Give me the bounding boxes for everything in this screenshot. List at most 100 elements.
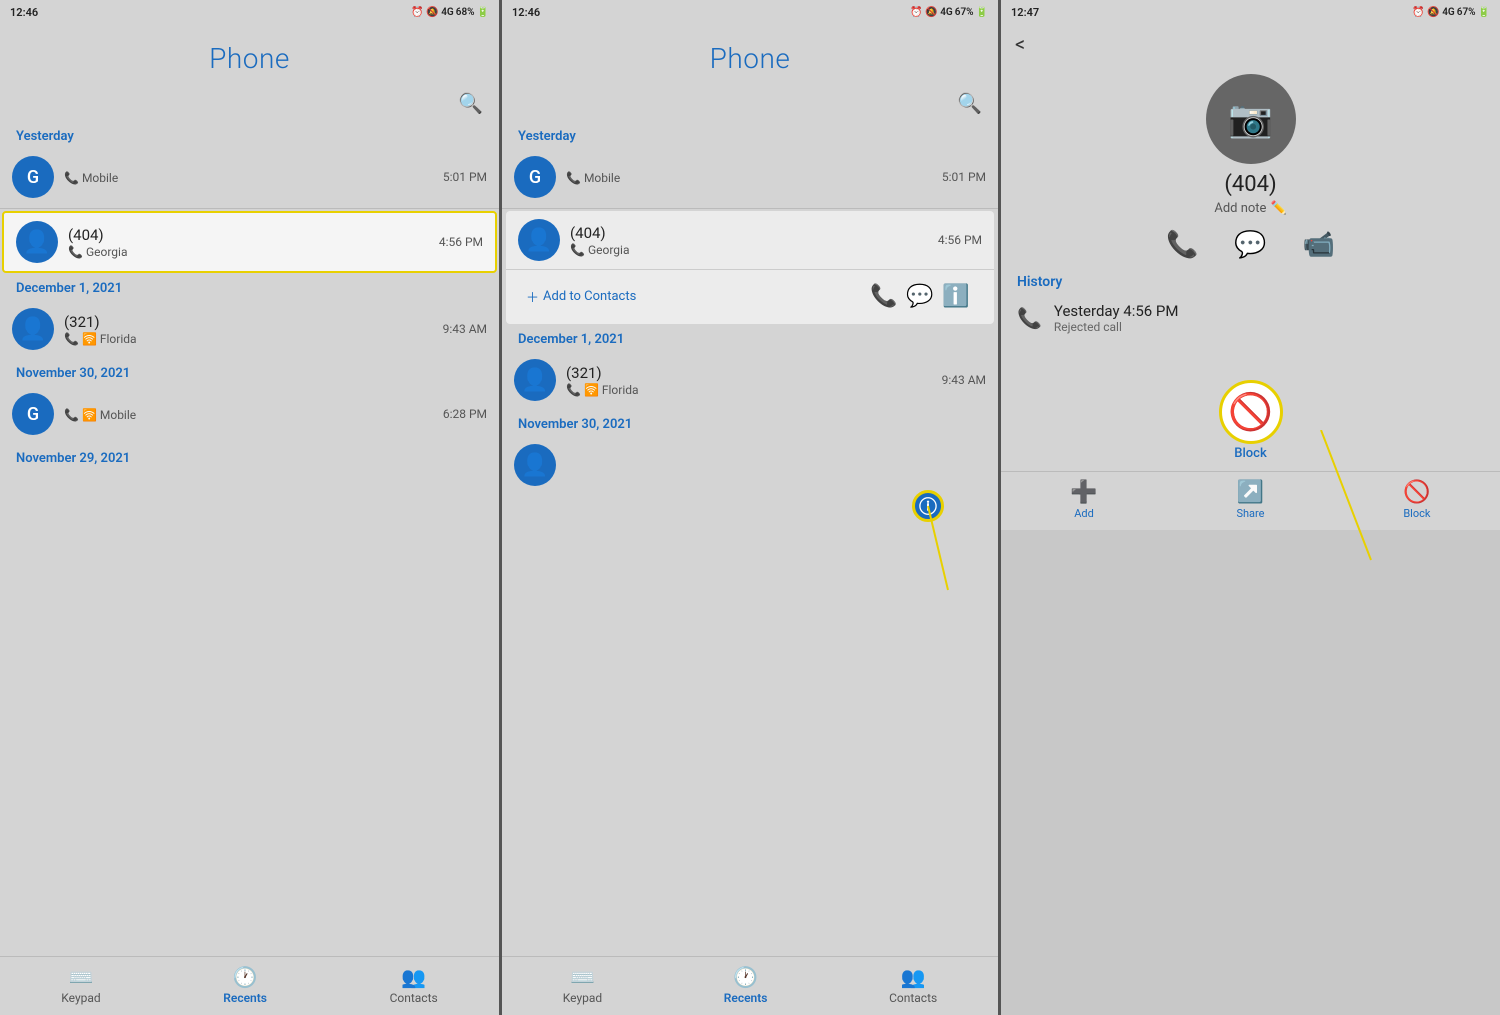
add-contact-btn-2[interactable]: ＋ Add to Contacts (526, 287, 866, 306)
call-time-g-nov30-1: 6:28 PM (443, 407, 487, 421)
call-sub-g-2: 📞 Mobile (566, 171, 942, 185)
call-item-g-mobile-1[interactable]: G 📞 Mobile 5:01 PM (0, 148, 499, 206)
section-nov30-2: November 30, 2021 (502, 409, 998, 436)
status-icons-1: ⏰ 🔕 4G 68%🔋 (411, 7, 489, 18)
call-time-g-2: 5:01 PM (942, 170, 986, 184)
message-action-btn-2[interactable]: 💬 (902, 278, 938, 314)
info-action-btn-2[interactable]: ℹ️ (938, 278, 974, 314)
contact-actions-3: 📞 💬 📹 (1001, 230, 1500, 260)
add-note-3[interactable]: Add note ✏️ (1001, 201, 1500, 216)
expanded-actions-2: ＋ Add to Contacts 📞 💬 ℹ️ (506, 269, 994, 324)
block-circle-icon: 🚫 (1228, 394, 1273, 430)
edit-icon-3: ✏️ (1270, 201, 1286, 216)
section-dec-1: December 1, 2021 (0, 273, 499, 300)
call-name-404-2: (404) (570, 224, 938, 242)
nav-recents-1[interactable]: 🕐 Recents (223, 965, 267, 1005)
nav-add-3[interactable]: ➕ Add (1070, 480, 1097, 520)
back-button-3[interactable]: < (1001, 24, 1500, 64)
call-info-g-2: 📞 Mobile (566, 170, 942, 185)
call-item-404-1[interactable]: 👤 (404) 📞 Georgia 4:56 PM (2, 211, 497, 273)
nav-block-3[interactable]: 🚫 Block (1403, 480, 1430, 520)
call-type-icon-1: 📞 (64, 171, 79, 185)
call-item-404-2[interactable]: 👤 (404) 📞 Georgia 4:56 PM (506, 211, 994, 269)
call-sub-404-1: 📞 Georgia (68, 245, 439, 259)
signal-icon-2: ⏰ 🔕 4G (910, 7, 952, 18)
block-arrow-svg (1251, 430, 1391, 590)
call-sub-321-1: 📞 🛜 Florida (64, 332, 443, 346)
avatar-321-2: 👤 (514, 359, 556, 401)
nav-keypad-2[interactable]: ⌨️ Keypad (563, 965, 602, 1005)
nav-keypad-label-2: Keypad (563, 991, 602, 1005)
avatar-404-1: 👤 (16, 221, 58, 263)
bottom-nav-1: ⌨️ Keypad 🕐 Recents 👥 Contacts (0, 956, 499, 1015)
avatar-321-1: 👤 (12, 308, 54, 350)
history-text-3: Yesterday 4:56 PM Rejected call (1054, 302, 1179, 334)
call-item-g-mobile-2[interactable]: G 📞 Mobile 5:01 PM (502, 148, 998, 206)
search-button-1[interactable]: 🔍 (458, 91, 483, 115)
call-sub-321-2: 📞 🛜 Florida (566, 383, 942, 397)
nav-contacts-label-1: Contacts (390, 991, 438, 1005)
contact-avatar-large-3: 📷 (1206, 74, 1296, 164)
call-item-nov30-2[interactable]: 👤 (502, 436, 998, 494)
recents-icon-1: 🕐 (233, 965, 258, 989)
time-1: 12:46 (10, 6, 38, 19)
call-info-321-2: (321) 📞 🛜 Florida (566, 364, 942, 397)
nav-keypad-label-1: Keypad (61, 991, 100, 1005)
search-row-2: 🔍 (502, 85, 998, 121)
nav-contacts-2[interactable]: 👥 Contacts (889, 965, 937, 1005)
app-header-1: Phone (0, 24, 499, 85)
panel-2-container: 12:46 ⏰ 🔕 4G 67%🔋 Phone 🔍 Yesterday G 📞 (502, 0, 1001, 1015)
call-name-321-1: (321) (64, 313, 443, 331)
call-sub-404-2: 📞 Georgia (570, 243, 938, 257)
contacts-icon-1: 👥 (401, 965, 426, 989)
search-button-2[interactable]: 🔍 (957, 91, 982, 115)
history-label-3: History (1001, 270, 1500, 296)
status-icons-3: ⏰ 🔕 4G 67%🔋 (1412, 7, 1490, 18)
info-annotation-bubble[interactable]: ⓘ (912, 490, 944, 522)
status-icons-2: ⏰ 🔕 4G 67%🔋 (910, 7, 988, 18)
history-time-3: Yesterday 4:56 PM (1054, 302, 1179, 320)
call-time-404-2: 4:56 PM (938, 233, 982, 247)
call-contact-btn-3[interactable]: 📞 (1166, 230, 1198, 260)
time-2: 12:46 (512, 6, 540, 19)
call-sub-g-1: 📞 Mobile (64, 171, 443, 185)
call-action-btn-2[interactable]: 📞 (866, 278, 902, 314)
panel-3-container: 12:47 ⏰ 🔕 4G 67%🔋 < 📷 (404) Add note ✏️ … (1001, 0, 1500, 1015)
add-icon-2: ＋ (526, 287, 539, 306)
call-item-321-2[interactable]: 👤 (321) 📞 🛜 Florida 9:43 AM (502, 351, 998, 409)
camera-icon-3: 📷 (1228, 98, 1273, 140)
call-item-321-1[interactable]: 👤 (321) 📞 🛜 Florida 9:43 AM (0, 300, 499, 358)
history-item-3: 📞 Yesterday 4:56 PM Rejected call (1001, 296, 1500, 340)
section-dec-2: December 1, 2021 (502, 324, 998, 351)
nav-contacts-1[interactable]: 👥 Contacts (390, 965, 438, 1005)
section-nov30-1: November 30, 2021 (0, 358, 499, 385)
nav-recents-2[interactable]: 🕐 Recents (724, 965, 768, 1005)
call-type-icon-321-2: 📞 (566, 383, 581, 397)
history-desc-3: Rejected call (1054, 320, 1179, 334)
video-contact-btn-3[interactable]: 📹 (1303, 230, 1335, 260)
call-type-icon-2: 📞 (566, 171, 581, 185)
signal-icon-1: ⏰ 🔕 4G (411, 7, 453, 18)
battery-3: 67% (1457, 7, 1476, 18)
signal-icon-3: ⏰ 🔕 4G (1412, 7, 1454, 18)
status-bar-3: 12:47 ⏰ 🔕 4G 67%🔋 (1001, 0, 1500, 24)
call-info-321-1: (321) 📞 🛜 Florida (64, 313, 443, 346)
add-note-label-3: Add note (1214, 201, 1266, 216)
divider-2 (502, 208, 998, 209)
add-icon-nav-3: ➕ (1070, 480, 1097, 505)
call-name-321-2: (321) (566, 364, 942, 382)
call-type-icon-321-1: 📞 (64, 332, 79, 346)
block-section-3: 🚫 Block (1001, 380, 1500, 461)
nav-keypad-1[interactable]: ⌨️ Keypad (61, 965, 100, 1005)
recents-icon-2: 🕐 (733, 965, 758, 989)
section-yesterday-1: Yesterday (0, 121, 499, 148)
message-contact-btn-3[interactable]: 💬 (1234, 230, 1266, 260)
contact-number-3: (404) (1001, 172, 1500, 197)
call-item-404-2-expanded: 👤 (404) 📞 Georgia 4:56 PM ＋ Add to Conta… (506, 211, 994, 324)
nav-recents-label-2: Recents (724, 991, 768, 1005)
call-info-g-nov30-1: 📞 🛜 Mobile (64, 407, 443, 422)
search-row-1: 🔍 (0, 85, 499, 121)
status-bar-2: 12:46 ⏰ 🔕 4G 67%🔋 (502, 0, 998, 24)
call-item-g-nov30-1[interactable]: G 📞 🛜 Mobile 6:28 PM (0, 385, 499, 443)
nav-add-label-3: Add (1074, 507, 1094, 520)
